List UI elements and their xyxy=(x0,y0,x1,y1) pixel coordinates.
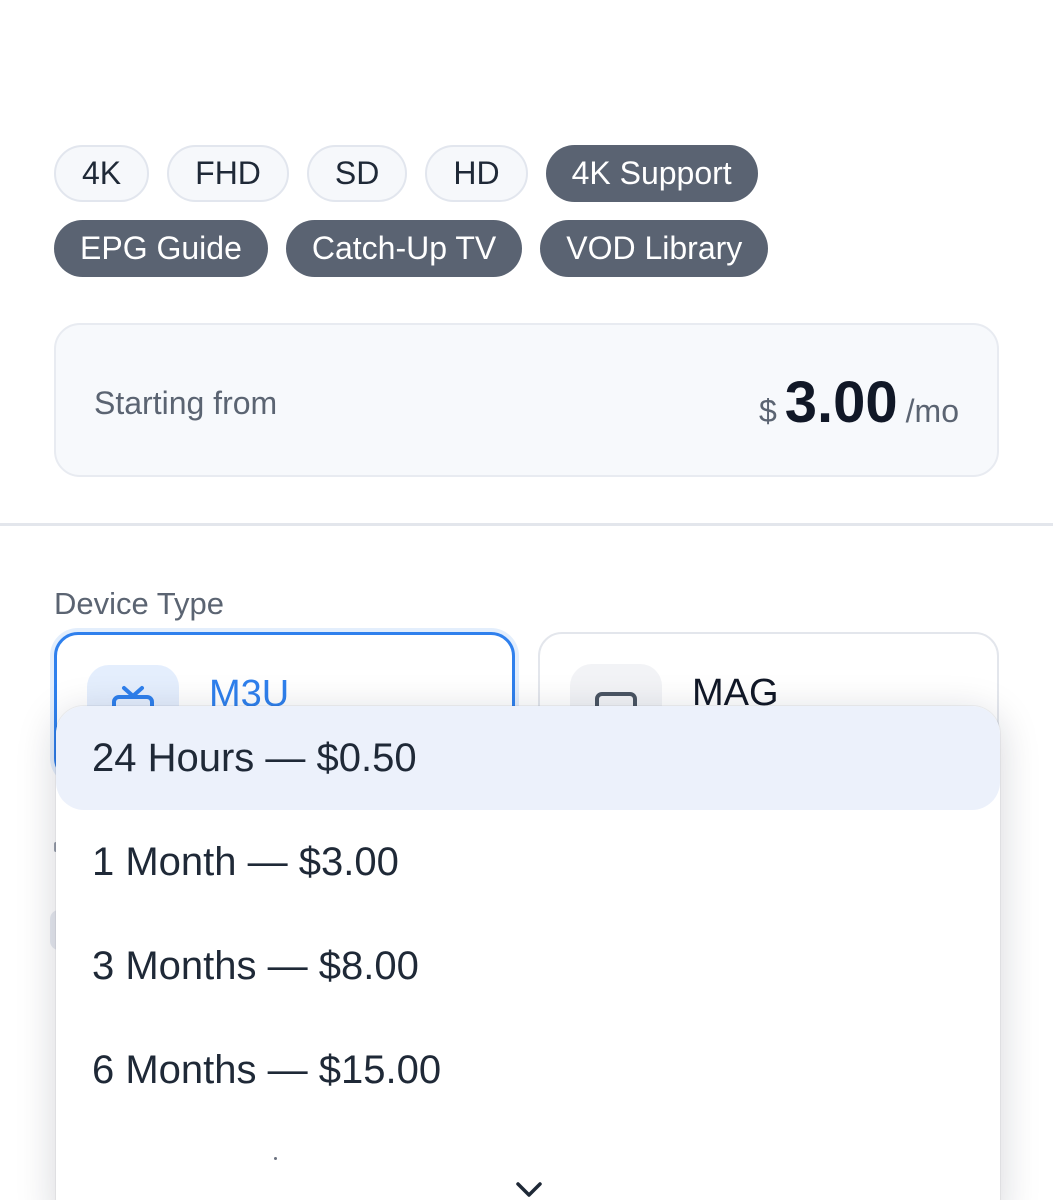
tag-hd: HD xyxy=(425,145,528,202)
scroll-indicator-dot xyxy=(274,1157,277,1160)
plan-configurator: 4K FHD SD HD 4K Support EPG Guide Catch-… xyxy=(0,0,1053,1200)
tag-4k-support: 4K Support xyxy=(545,145,758,202)
price-summary-card: Starting from $ 3.00 /mo xyxy=(54,323,999,477)
chevron-down-icon[interactable] xyxy=(514,1178,544,1200)
price-currency: $ xyxy=(758,393,777,429)
dropdown-option-3-months[interactable]: 3 Months — $8.00 xyxy=(56,914,1000,1018)
tag-4k: 4K xyxy=(54,145,150,202)
price-value: $ 3.00 /mo xyxy=(759,369,959,436)
price-amount: 3.00 xyxy=(784,370,898,435)
feature-tags-row-2: EPG Guide Catch-Up TV VOD Library xyxy=(54,220,769,277)
price-unit: /mo xyxy=(905,393,959,429)
tag-epg-guide: EPG Guide xyxy=(54,220,268,277)
feature-tags-row-1: 4K FHD SD HD 4K Support xyxy=(54,145,758,202)
dropdown-option-24-hours[interactable]: 24 Hours — $0.50 xyxy=(56,706,1000,810)
device-type-label: Device Type xyxy=(54,586,225,621)
dropdown-option-1-month[interactable]: 1 Month — $3.00 xyxy=(56,810,1000,914)
section-divider xyxy=(0,523,1053,526)
tag-sd: SD xyxy=(306,145,408,202)
tag-catch-up-tv: Catch-Up TV xyxy=(285,220,523,277)
duration-dropdown-menu: 24 Hours — $0.50 1 Month — $3.00 3 Month… xyxy=(56,706,1000,1200)
tag-fhd: FHD xyxy=(167,145,289,202)
price-label: Starting from xyxy=(94,385,278,421)
tag-vod-library: VOD Library xyxy=(540,220,769,277)
dropdown-option-6-months[interactable]: 6 Months — $15.00 xyxy=(56,1018,1000,1122)
